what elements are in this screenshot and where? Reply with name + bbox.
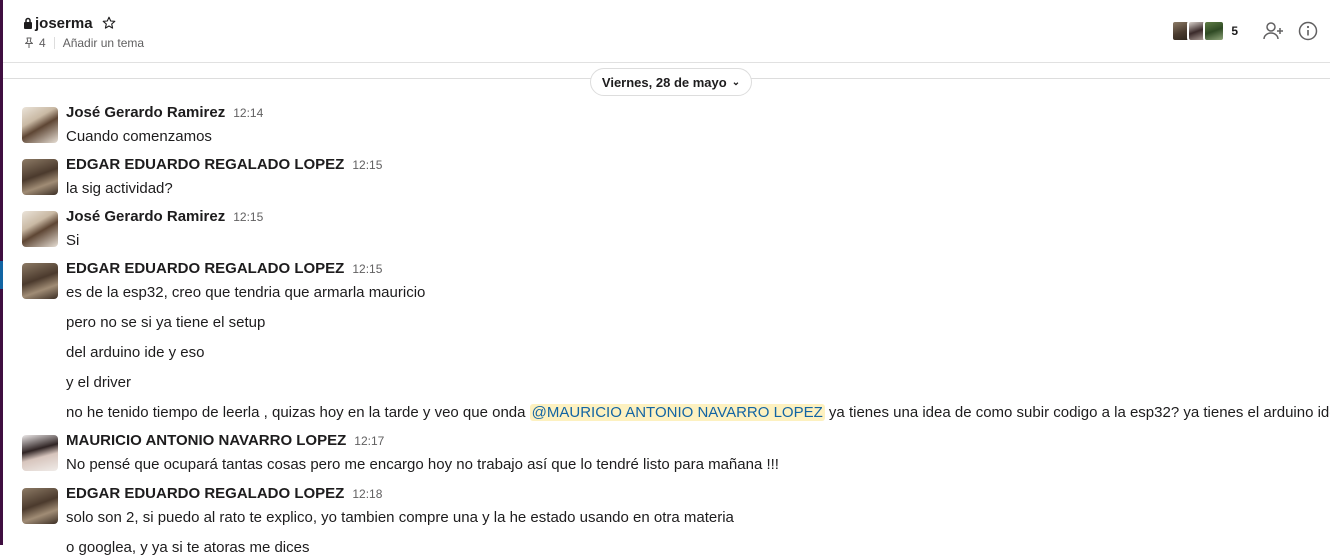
avatar[interactable] <box>22 159 58 195</box>
message-list: José Gerardo Ramirez 12:14 Cuando comenz… <box>22 104 1330 559</box>
member-count[interactable]: 5 <box>1231 24 1238 38</box>
message-author[interactable]: EDGAR EDUARDO REGALADO LOPEZ <box>66 485 344 502</box>
channel-name[interactable]: joserma <box>35 15 93 32</box>
message-timestamp[interactable]: 12:15 <box>352 158 382 172</box>
message-author[interactable]: EDGAR EDUARDO REGALADO LOPEZ <box>66 260 344 277</box>
add-topic-link[interactable]: Añadir un tema <box>63 36 144 50</box>
message-text: solo son 2, si puedo al rato te explico,… <box>66 509 734 526</box>
message-timestamp[interactable]: 12:15 <box>352 262 382 276</box>
message-timestamp[interactable]: 12:18 <box>352 487 382 501</box>
date-jump-button[interactable]: Viernes, 28 de mayo ⌄ <box>590 68 752 96</box>
member-list-button[interactable]: 5 <box>1171 20 1262 42</box>
avatar[interactable] <box>22 488 58 524</box>
message-timestamp[interactable]: 12:14 <box>233 106 263 120</box>
message-timestamp[interactable]: 12:15 <box>233 210 263 224</box>
message: EDGAR EDUARDO REGALADO LOPEZ 12:18 solo … <box>22 485 1322 529</box>
channel-header: joserma 4 Añadir un tema 5 <box>3 0 1330 63</box>
message-text: o googlea, y ya si te atoras me dices <box>66 539 310 556</box>
message-text: Cuando comenzamos <box>66 128 212 145</box>
message-text: es de la esp32, creo que tendria que arm… <box>66 284 426 301</box>
star-icon[interactable] <box>102 16 116 30</box>
message-text-segment: no he tenido tiempo de leerla , quizas h… <box>66 404 530 421</box>
avatar[interactable] <box>22 107 58 143</box>
message-text: pero no se si ya tiene el setup <box>66 314 266 331</box>
message-text: del arduino ide y eso <box>66 344 205 361</box>
avatar[interactable] <box>22 263 58 299</box>
avatar[interactable] <box>22 435 58 471</box>
chevron-down-icon: ⌄ <box>731 76 741 88</box>
header-actions: 5 <box>1171 18 1330 44</box>
message-author[interactable]: José Gerardo Ramirez <box>66 208 225 225</box>
message-timestamp[interactable]: 12:17 <box>354 434 384 448</box>
message-author[interactable]: EDGAR EDUARDO REGALADO LOPEZ <box>66 156 344 173</box>
message-text: y el driver <box>66 374 132 391</box>
add-people-button[interactable] <box>1262 19 1286 43</box>
message-author[interactable]: MAURICIO ANTONIO NAVARRO LOPEZ <box>66 432 346 449</box>
message: MAURICIO ANTONIO NAVARRO LOPEZ 12:17 No … <box>22 432 1322 485</box>
message-text-segment: ya tienes una idea de como subir codigo … <box>824 404 1330 421</box>
lock-icon <box>24 17 32 29</box>
message-text: Si <box>66 232 80 249</box>
message-text: la sig actividad? <box>66 180 173 197</box>
message: José Gerardo Ramirez 12:15 Si <box>22 208 1322 260</box>
pin-icon[interactable] <box>23 37 35 49</box>
message-text-with-mention: no he tenido tiempo de leerla , quizas h… <box>22 402 1330 424</box>
member-avatar <box>1203 20 1226 42</box>
message-author[interactable]: José Gerardo Ramirez <box>66 104 225 121</box>
message: José Gerardo Ramirez 12:14 Cuando comenz… <box>22 104 1322 156</box>
pin-count[interactable]: 4 <box>39 36 46 50</box>
channel-details-button[interactable] <box>1296 19 1320 43</box>
info-icon <box>1298 21 1318 41</box>
user-mention[interactable]: @MAURICIO ANTONIO NAVARRO LOPEZ <box>529 404 825 421</box>
message-text: No pensé que ocupará tantas cosas pero m… <box>66 456 779 473</box>
meta-divider <box>53 37 55 49</box>
avatar[interactable] <box>22 211 58 247</box>
channel-title-row[interactable]: joserma <box>23 13 116 33</box>
channel-meta: 4 Añadir un tema <box>23 35 144 51</box>
unread-indicator <box>0 261 3 289</box>
message: EDGAR EDUARDO REGALADO LOPEZ 12:15 es de… <box>22 260 1322 304</box>
add-person-icon <box>1263 22 1283 40</box>
message: EDGAR EDUARDO REGALADO LOPEZ 12:15 la si… <box>22 156 1322 208</box>
date-label: Viernes, 28 de mayo <box>601 74 727 90</box>
